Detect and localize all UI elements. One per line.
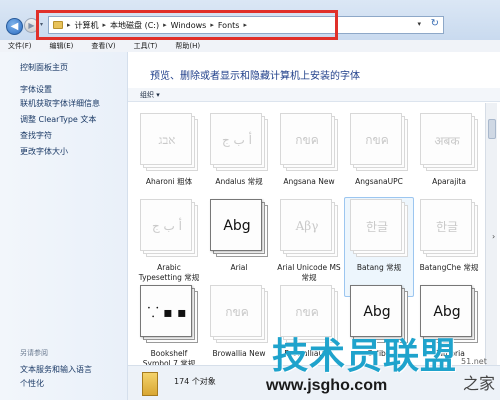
font-preview-icon: กขค (280, 113, 338, 171)
font-page-shape: กขค (210, 285, 262, 337)
font-page-shape: أ ب ج (140, 199, 192, 251)
watermark-url: www.jsgho.com (266, 377, 388, 394)
control-panel-home-link[interactable]: 控制面板主页 (20, 62, 68, 73)
see-also-heading: 另请参阅 (20, 349, 48, 357)
find-character-link[interactable]: 查找字符 (20, 130, 52, 141)
font-name-label: Arabic Typesetting 常规 (138, 263, 200, 282)
left-pane: 控制面板主页 字体设置 联机获取字体详细信息 调整 ClearType 文本 查… (0, 52, 128, 400)
font-preview-icon: 한글 (420, 199, 478, 257)
font-page-shape: Aβγ (280, 199, 332, 251)
font-preview-icon: अबक (420, 113, 478, 171)
font-page-shape: אבג (140, 113, 192, 165)
font-sample-glyph: أ ب ج (151, 219, 182, 233)
font-sample-glyph: กขค (365, 132, 389, 147)
font-page-shape: กขค (350, 113, 402, 165)
command-bar: 组织 ▾ (128, 88, 500, 102)
page-title: 预览、删除或者显示和隐藏计算机上安装的字体 (150, 71, 360, 82)
font-preview-icon: ⸪ ▪ ▪ (140, 285, 198, 343)
font-preview-icon: أ ب ج (210, 113, 268, 171)
font-preview-icon: กขค (350, 113, 408, 171)
text-services-link[interactable]: 文本服务和输入语言 (20, 364, 92, 375)
font-page-shape: ⸪ ▪ ▪ (140, 285, 192, 337)
font-name-label: Aparajita (432, 177, 466, 186)
font-sample-glyph: अबक (434, 133, 460, 148)
menu-view[interactable]: 查看(V) (91, 41, 115, 51)
font-sample-glyph: אבג (158, 132, 176, 147)
font-name-label: Bookshelf Symbol 7 常规 (142, 349, 196, 365)
scrollbar-thumb[interactable] (488, 119, 496, 139)
font-name-label: Batang 常规 (356, 263, 402, 272)
menu-file[interactable]: 文件(F) (8, 41, 32, 51)
personalize-link[interactable]: 个性化 (20, 378, 44, 389)
highlight-box (36, 10, 338, 40)
chevron-right-icon[interactable]: › (492, 232, 495, 241)
organize-button[interactable]: 组织 ▾ (140, 90, 160, 100)
font-name-label: Arial Unicode MS 常规 (277, 263, 341, 282)
address-dropdown-icon[interactable]: ▾ (417, 20, 421, 28)
fonts-folder-icon (142, 372, 158, 396)
font-sample-glyph: أ ب ج (221, 133, 252, 147)
font-name-label: Andalus 常规 (215, 177, 263, 186)
object-count: 174 个对象 (174, 377, 216, 386)
font-preview-icon: 한글 (350, 199, 408, 257)
online-font-info-link[interactable]: 联机获取字体详细信息 (20, 98, 100, 109)
menu-tools[interactable]: 工具(T) (134, 41, 158, 51)
font-page-shape: अबक (420, 113, 472, 165)
font-sample-glyph: ⸪ ▪ ▪ (147, 304, 187, 321)
change-font-size-link[interactable]: 更改字体大小 (20, 146, 68, 157)
font-preview-icon: أ ب ج (140, 199, 198, 257)
font-preview-icon: Abg (210, 199, 268, 257)
font-name-label: BatangChe 常规 (419, 263, 479, 272)
address-bar-area: ◀ ▶ ▾ ▸ 计算机 ▸ 本地磁盘 (C:) ▸ Windows ▸ Font… (0, 0, 500, 40)
watermark-logo: 技术员联盟 (272, 336, 458, 377)
back-button[interactable]: ◀ (6, 18, 23, 35)
font-page-shape: Abg (210, 199, 262, 251)
font-sample-glyph: กขค (225, 304, 249, 319)
font-sample-glyph: กขค (295, 132, 319, 147)
font-preview-icon: กขค (210, 285, 268, 343)
font-name-label: Arial (230, 263, 248, 272)
font-settings-link[interactable]: 字体设置 (20, 84, 52, 95)
menu-bar: 文件(F) 编辑(E) 查看(V) 工具(T) 帮助(H) (0, 40, 500, 52)
font-name-label: AngsanaUPC (355, 177, 403, 186)
cleartype-link[interactable]: 调整 ClearType 文本 (20, 114, 96, 125)
font-name-label: Browallia New (212, 349, 266, 358)
font-sample-glyph: 한글 (435, 219, 459, 234)
watermark-jia: 之家 (463, 374, 496, 393)
refresh-icon[interactable]: ↻ (431, 18, 439, 29)
font-page-shape: กขค (280, 113, 332, 165)
font-page-shape: 한글 (420, 199, 472, 251)
font-name-label: Aharoni 粗体 (145, 177, 193, 186)
font-page-shape: 한글 (350, 199, 402, 251)
font-preview-icon: אבג (140, 113, 198, 171)
font-sample-glyph: Abg (223, 218, 251, 234)
font-preview-icon: Aβγ (280, 199, 338, 257)
font-sample-glyph: Aβγ (295, 219, 319, 233)
font-page-shape: أ ب ج (210, 113, 262, 165)
font-grid: אבג Aharoni 粗体 أ ب ج Andalus 常规 กขค Angsana N… (128, 103, 485, 365)
font-name-label: Angsana New (283, 177, 335, 186)
menu-help[interactable]: 帮助(H) (175, 41, 200, 51)
watermark-small: 51.net (461, 357, 487, 366)
font-sample-glyph: 한글 (365, 219, 389, 234)
menu-edit[interactable]: 编辑(E) (50, 41, 74, 51)
